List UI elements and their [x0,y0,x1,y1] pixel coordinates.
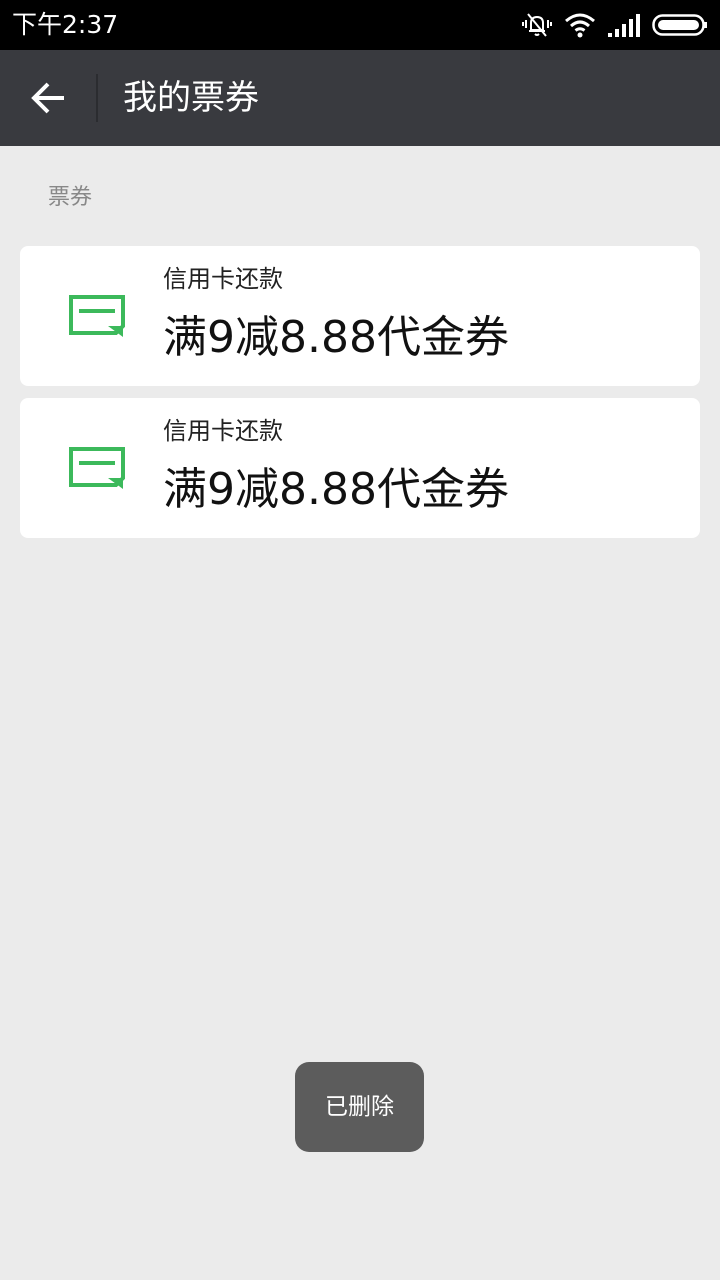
coupon-category: 信用卡还款 [163,265,283,293]
section-label: 票券 [48,185,93,210]
ticket-icon [69,295,125,337]
toast-text: 已删除 [325,1094,394,1120]
coupon-category: 信用卡还款 [163,417,283,445]
page-title: 我的票券 [123,78,259,118]
signal-icon [608,14,640,37]
status-icons [522,10,708,40]
app-bar: 我的票券 [0,50,720,146]
status-time: 下午2:37 [12,10,119,39]
ticket-icon [69,447,125,489]
status-bar: 下午2:37 [0,0,720,50]
back-button[interactable] [14,68,84,128]
coupon-card[interactable]: 信用卡还款 满9减8.88代金券 [20,246,700,386]
coupon-title: 满9减8.88代金券 [163,464,509,515]
app-bar-divider [96,74,98,122]
battery-icon [652,14,707,36]
back-arrow-icon [31,82,64,114]
coupon-card[interactable]: 信用卡还款 满9减8.88代金券 [20,398,700,538]
vibrate-mute-icon [522,13,552,37]
toast: 已删除 [295,1062,424,1152]
wifi-icon [565,13,595,38]
coupon-title: 满9减8.88代金券 [163,312,509,363]
